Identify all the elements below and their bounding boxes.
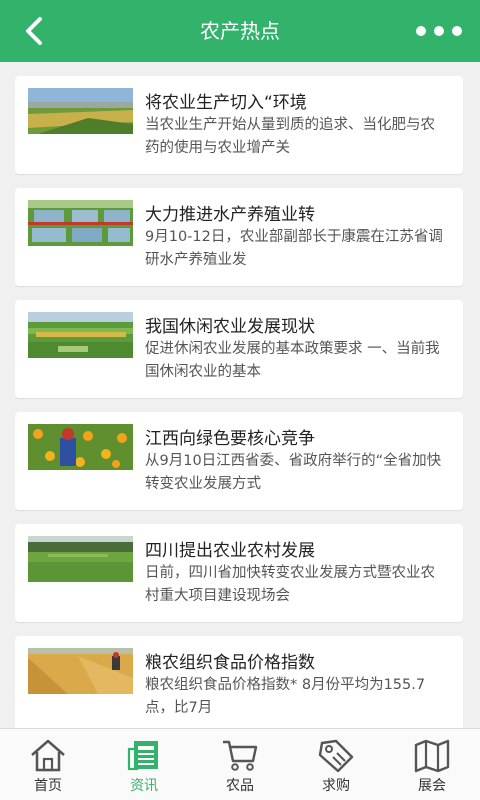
article-title: 大力推进水产养殖业转 xyxy=(145,205,315,225)
more-dot-icon xyxy=(416,26,426,36)
article-title: 将农业生产切入“环境 xyxy=(145,93,307,113)
home-icon xyxy=(31,739,65,772)
article-summary: 从9月10日江西省委、省政府举行的“全省加快转变农业发展方式 xyxy=(145,453,442,492)
article-card[interactable]: 江西向绿色要核心竞争 从9月10日江西省委、省政府举行的“全省加快转变农业发展方… xyxy=(15,412,463,510)
article-summary: 促进休闲农业发展的基本政策要求 一、当前我国休闲农业的基本 xyxy=(145,341,440,380)
article-title: 四川提出农业农村发展 xyxy=(145,541,315,561)
article-card[interactable]: 将农业生产切入“环境 当农业生产开始从量到质的追求、当化肥与农药的使用与农业增产… xyxy=(15,76,463,174)
more-menu-button[interactable] xyxy=(416,18,462,44)
app-screen: 农产热点 将农业生产切入“环境 当农业生产开始从量到质的追求、当化肥与农药的使用… xyxy=(0,0,480,800)
article-card[interactable]: 大力推进水产养殖业转 9月10-12日，农业部副部长于康震在江苏省调研水产养殖业… xyxy=(15,188,463,286)
article-summary: 粮农组织食品价格指数* 8月份平均为155.7点，比7月 xyxy=(145,677,426,716)
article-title: 江西向绿色要核心竞争 xyxy=(145,429,315,449)
article-card[interactable]: 粮农组织食品价格指数 粮农组织食品价格指数* 8月份平均为155.7点，比7月 xyxy=(15,636,463,728)
article-summary: 当农业生产开始从量到质的追求、当化肥与农药的使用与农业增产关 xyxy=(145,117,435,156)
article-summary: 日前，四川省加快转变农业发展方式暨农业农村重大项目建设现场会 xyxy=(145,565,435,604)
tab-news[interactable]: 资讯 xyxy=(96,729,192,800)
tab-label: 资讯 xyxy=(130,778,158,794)
bottom-tab-bar: 首页 资讯 农品 求购 展会 xyxy=(0,728,480,800)
more-dot-icon xyxy=(434,26,444,36)
page-title: 农产热点 xyxy=(200,19,280,43)
tab-home[interactable]: 首页 xyxy=(0,729,96,800)
tab-label: 展会 xyxy=(418,778,446,794)
cart-icon xyxy=(223,740,258,771)
more-dot-icon xyxy=(452,26,462,36)
article-thumbnail xyxy=(28,536,133,582)
map-icon xyxy=(414,739,450,773)
tab-exhibition[interactable]: 展会 xyxy=(384,729,480,800)
article-summary: 9月10-12日，农业部副部长于康震在江苏省调研水产养殖业发 xyxy=(145,229,443,268)
article-thumbnail xyxy=(28,312,133,358)
tab-products[interactable]: 农品 xyxy=(192,729,288,800)
article-thumbnail xyxy=(28,648,133,694)
article-title: 我国休闲农业发展现状 xyxy=(145,317,315,337)
tab-label: 求购 xyxy=(322,778,350,794)
tab-label: 首页 xyxy=(34,778,62,794)
article-thumbnail xyxy=(28,88,133,134)
article-thumbnail xyxy=(28,424,133,470)
tab-label: 农品 xyxy=(226,778,254,794)
article-card[interactable]: 我国休闲农业发展现状 促进休闲农业发展的基本政策要求 一、当前我国休闲农业的基本 xyxy=(15,300,463,398)
tab-purchase[interactable]: 求购 xyxy=(288,729,384,800)
news-icon xyxy=(127,741,158,771)
article-list[interactable]: 将农业生产切入“环境 当农业生产开始从量到质的追求、当化肥与农药的使用与农业增产… xyxy=(0,62,480,728)
tag-icon xyxy=(318,739,354,773)
article-thumbnail xyxy=(28,200,133,246)
top-bar: 农产热点 xyxy=(0,0,480,62)
article-title: 粮农组织食品价格指数 xyxy=(145,653,315,673)
article-card[interactable]: 四川提出农业农村发展 日前，四川省加快转变农业发展方式暨农业农村重大项目建设现场… xyxy=(15,524,463,622)
